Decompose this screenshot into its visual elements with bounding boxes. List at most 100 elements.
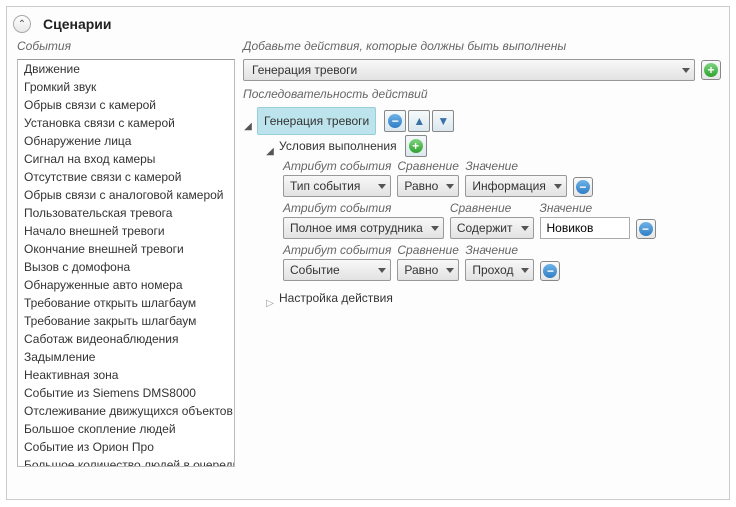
list-item[interactable]: Сигнал на вход камеры: [18, 150, 234, 168]
condition-row: Атрибут события Событие Сравнение Равно Знач…: [283, 243, 721, 281]
combo-text: Равно: [404, 259, 438, 281]
add-condition-button[interactable]: +: [405, 135, 427, 157]
action-add-row: Генерация тревоги +: [243, 59, 721, 81]
list-item[interactable]: Событие из Орион Про: [18, 438, 234, 456]
remove-condition-button[interactable]: −: [573, 177, 593, 197]
list-item[interactable]: Вызов с домофона: [18, 258, 234, 276]
events-pane: События ДвижениеГромкий звукОбрыв связи …: [7, 39, 239, 495]
combo-text: Равно: [404, 175, 438, 197]
events-label: События: [17, 39, 235, 53]
chevron-down-icon: [554, 184, 562, 189]
list-item[interactable]: Задымление: [18, 348, 234, 366]
attr-label: Атрибут события: [283, 243, 391, 257]
combo-text: Событие: [290, 259, 340, 281]
list-item[interactable]: Большое количество людей в очереди: [18, 456, 234, 467]
action-type-combo[interactable]: Генерация тревоги: [243, 59, 695, 81]
compare-label: Сравнение: [397, 159, 459, 173]
list-item[interactable]: Саботаж видеонаблюдения: [18, 330, 234, 348]
actions-pane: Добавьте действия, которые должны быть в…: [239, 39, 729, 495]
combo-text: Проход: [472, 259, 513, 281]
expander-icon[interactable]: ◢: [243, 116, 253, 126]
minus-icon: −: [576, 180, 590, 194]
chevron-down-icon: [446, 268, 454, 273]
value-combo[interactable]: Информация: [465, 175, 566, 197]
combo-text: Информация: [472, 175, 545, 197]
attribute-combo[interactable]: Тип события: [283, 175, 391, 197]
value-label: Значение: [540, 201, 630, 215]
chevron-down-icon: [378, 268, 386, 273]
list-item[interactable]: Начало внешней тревоги: [18, 222, 234, 240]
compare-label: Сравнение: [450, 201, 534, 215]
events-list[interactable]: ДвижениеГромкий звукОбрыв связи с камеро…: [17, 59, 235, 467]
list-item[interactable]: Требование открыть шлагбаум: [18, 294, 234, 312]
chevron-down-icon: [682, 68, 690, 73]
attribute-combo[interactable]: Событие: [283, 259, 391, 281]
attr-label: Атрибут события: [283, 159, 391, 173]
chevron-up-icon: ⌃: [18, 19, 26, 30]
conditions-node-label[interactable]: Условия выполнения: [279, 135, 397, 157]
condition-row: Атрибут события Тип события Сравнение Равно…: [283, 159, 721, 197]
arrow-down-icon: ▼: [437, 110, 449, 132]
plus-icon: +: [409, 139, 423, 153]
plus-icon: +: [704, 63, 718, 77]
attribute-combo[interactable]: Полное имя сотрудника: [283, 217, 444, 239]
list-item[interactable]: Отслеживание движущихся объектов: [18, 402, 234, 420]
move-up-button[interactable]: ▲: [408, 110, 430, 132]
conditions-node: ◢ Условия выполнения +: [265, 135, 721, 157]
sequence-label: Последовательность действий: [243, 87, 721, 101]
action-node-label[interactable]: Генерация тревоги: [257, 107, 376, 135]
list-item[interactable]: Установка связи с камерой: [18, 114, 234, 132]
compare-label: Сравнение: [397, 243, 459, 257]
settings-node-label[interactable]: Настройка действия: [279, 287, 393, 309]
minus-icon: −: [388, 114, 402, 128]
action-tree: ◢ Генерация тревоги − ▲ ▼ ◢ Условия выпо…: [243, 107, 721, 309]
list-item[interactable]: Обнаруженные авто номера: [18, 276, 234, 294]
list-item[interactable]: Окончание внешней тревоги: [18, 240, 234, 258]
list-item[interactable]: Движение: [18, 60, 234, 78]
list-item[interactable]: Обрыв связи с аналоговой камерой: [18, 186, 234, 204]
combo-text: Полное имя сотрудника: [290, 217, 423, 239]
list-item[interactable]: Отсутствие связи с камерой: [18, 168, 234, 186]
body: События ДвижениеГромкий звукОбрыв связи …: [7, 39, 729, 495]
settings-node: ▷ Настройка действия: [265, 287, 721, 309]
list-item[interactable]: Большое скопление людей: [18, 420, 234, 438]
panel: ⌃ Сценарии События ДвижениеГромкий звукО…: [6, 6, 730, 500]
chevron-down-icon: [521, 268, 529, 273]
add-actions-label: Добавьте действия, которые должны быть в…: [243, 39, 721, 53]
compare-combo[interactable]: Равно: [397, 175, 459, 197]
move-down-button[interactable]: ▼: [432, 110, 454, 132]
combo-text: Содержит: [457, 217, 513, 239]
combo-text: Тип события: [290, 175, 360, 197]
remove-condition-button[interactable]: −: [636, 219, 656, 239]
list-item[interactable]: Требование закрыть шлагбаум: [18, 312, 234, 330]
collapse-button[interactable]: ⌃: [13, 15, 31, 33]
conditions-container: Атрибут события Тип события Сравнение Равно…: [283, 159, 721, 281]
remove-action-button[interactable]: −: [384, 110, 406, 132]
attr-label: Атрибут события: [283, 201, 444, 215]
chevron-down-icon: [378, 184, 386, 189]
page-title: Сценарии: [43, 16, 112, 32]
value-input[interactable]: [540, 217, 630, 239]
chevron-down-icon: [446, 184, 454, 189]
value-label: Значение: [465, 243, 534, 257]
arrow-up-icon: ▲: [413, 110, 425, 132]
list-item[interactable]: Обнаружение лица: [18, 132, 234, 150]
list-item[interactable]: Громкий звук: [18, 78, 234, 96]
add-action-button[interactable]: +: [701, 60, 721, 80]
list-item[interactable]: Неактивная зона: [18, 366, 234, 384]
minus-icon: −: [543, 264, 557, 278]
action-node: ◢ Генерация тревоги − ▲ ▼: [243, 107, 721, 135]
list-item[interactable]: Пользовательская тревога: [18, 204, 234, 222]
compare-combo[interactable]: Содержит: [450, 217, 534, 239]
value-label: Значение: [465, 159, 566, 173]
expander-icon[interactable]: ◢: [265, 141, 275, 151]
list-item[interactable]: Обрыв связи с камерой: [18, 96, 234, 114]
compare-combo[interactable]: Равно: [397, 259, 459, 281]
remove-condition-button[interactable]: −: [540, 261, 560, 281]
condition-row: Атрибут события Полное имя сотрудника Срав…: [283, 201, 721, 239]
list-item[interactable]: Событие из Siemens DMS8000: [18, 384, 234, 402]
value-combo[interactable]: Проход: [465, 259, 534, 281]
chevron-down-icon: [521, 226, 529, 231]
expander-icon[interactable]: ▷: [265, 293, 275, 303]
header: ⌃ Сценарии: [7, 7, 729, 39]
